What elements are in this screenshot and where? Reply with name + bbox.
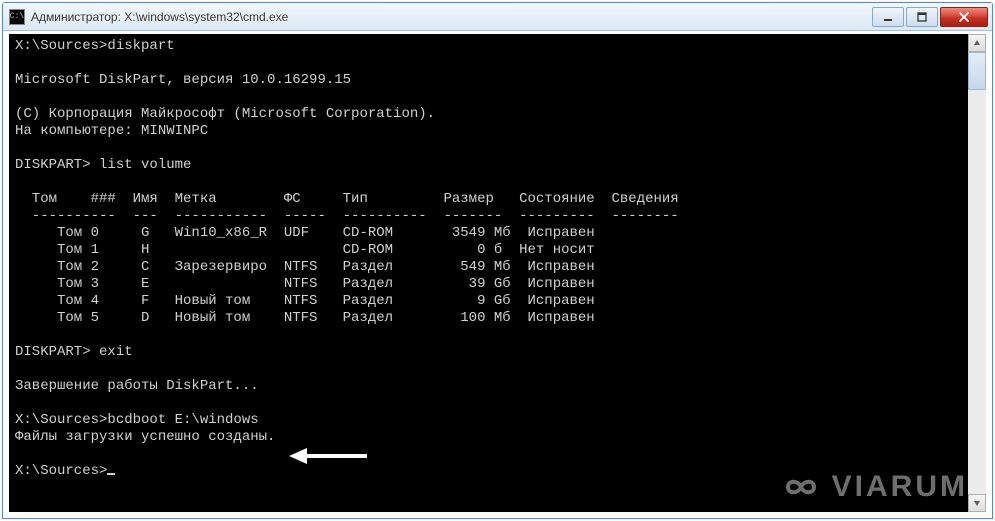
line: (C) Корпорация Майкрософт (Microsoft Cor… bbox=[15, 106, 435, 122]
vertical-scrollbar[interactable] bbox=[968, 34, 986, 512]
line: Том 1 H CD-ROM 0 б Нет носит bbox=[15, 242, 595, 258]
client-area: X:\Sources>diskpart Microsoft DiskPart, … bbox=[7, 32, 988, 514]
window-buttons bbox=[872, 7, 988, 27]
line: ---------- --- ----------- ----- -------… bbox=[15, 208, 679, 224]
line: Microsoft DiskPart, версия 10.0.16299.15 bbox=[15, 72, 351, 88]
maximize-button[interactable] bbox=[906, 7, 938, 27]
scroll-down-button[interactable] bbox=[968, 494, 986, 512]
minimize-button[interactable] bbox=[872, 7, 904, 27]
cursor bbox=[107, 473, 115, 475]
line: Том 3 E NTFS Раздел 39 Gб Исправен bbox=[15, 276, 595, 292]
line: X:\Sources>diskpart bbox=[15, 38, 175, 54]
line: Том ### Имя Метка ФС Тип Размер Состояни… bbox=[15, 191, 679, 207]
console-output[interactable]: X:\Sources>diskpart Microsoft DiskPart, … bbox=[9, 34, 968, 512]
app-icon: C:\ bbox=[9, 9, 25, 25]
close-button[interactable] bbox=[940, 7, 988, 27]
line: X:\Sources> bbox=[15, 463, 107, 479]
line: Том 4 F Новый том NTFS Раздел 9 Gб Испра… bbox=[15, 293, 595, 309]
line: Том 0 G Win10_x86_R UDF CD-ROM 3549 Мб И… bbox=[15, 225, 595, 241]
line: Файлы загрузки успешно созданы. bbox=[15, 429, 275, 445]
console-frame: X:\Sources>diskpart Microsoft DiskPart, … bbox=[9, 34, 986, 512]
scroll-track[interactable] bbox=[968, 52, 986, 494]
line: Том 5 D Новый том NTFS Раздел 100 Мб Исп… bbox=[15, 310, 595, 326]
line: На компьютере: MINWINPC bbox=[15, 123, 208, 139]
line: X:\Sources>bcdboot E:\windows bbox=[15, 412, 259, 428]
cmd-window: C:\ Администратор: X:\windows\system32\c… bbox=[2, 2, 993, 519]
window-title: Администратор: X:\windows\system32\cmd.e… bbox=[31, 10, 872, 24]
line: Завершение работы DiskPart... bbox=[15, 378, 259, 394]
titlebar[interactable]: C:\ Администратор: X:\windows\system32\c… bbox=[3, 3, 992, 31]
line: DISKPART> list volume bbox=[15, 157, 191, 173]
line: Том 2 C Зарезервиро NTFS Раздел 549 Мб И… bbox=[15, 259, 595, 275]
line: DISKPART> exit bbox=[15, 344, 133, 360]
scroll-up-button[interactable] bbox=[968, 34, 986, 52]
scroll-thumb[interactable] bbox=[968, 52, 986, 90]
